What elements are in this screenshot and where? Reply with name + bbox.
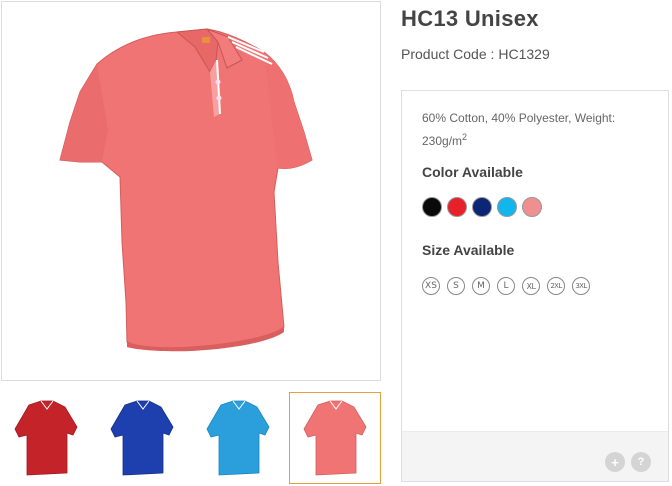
size-s[interactable]: S [447, 277, 465, 295]
plus-icon[interactable]: + [605, 452, 625, 472]
product-code-value: HC1329 [498, 46, 550, 62]
main-product-image[interactable] [1, 1, 381, 381]
panel-footer: + ? [402, 431, 668, 481]
size-2xl[interactable]: 2XL [547, 277, 565, 295]
polo-shirt-image [59, 28, 313, 352]
product-code: Product Code : HC1329 [401, 46, 550, 62]
polo-shirt-thumbnail [303, 400, 367, 476]
color-available-label: Color Available [422, 164, 523, 180]
size-xs[interactable]: XS [422, 277, 440, 295]
question-icon[interactable]: ? [631, 452, 651, 472]
polo-shirt-thumbnail [206, 400, 270, 476]
swatch-red[interactable] [447, 197, 467, 217]
thumbnail-strip [0, 392, 382, 484]
size-l[interactable]: L [497, 277, 515, 295]
size-m[interactable]: M [472, 277, 490, 295]
size-3xl[interactable]: 3XL [572, 277, 590, 295]
product-title: HC13 Unisex [401, 6, 539, 31]
product-code-label: Product Code : [401, 46, 495, 62]
swatch-black[interactable] [422, 197, 442, 217]
product-info-panel: 60% Cotton, 40% Polyester, Weight: 230g/… [401, 90, 669, 482]
size-available-label: Size Available [422, 242, 515, 258]
thumbnail-blue[interactable] [96, 392, 188, 484]
thumbnail-pink[interactable] [289, 392, 381, 484]
thumbnail-red[interactable] [0, 392, 92, 484]
description-superscript: 2 [462, 132, 468, 142]
polo-shirt-shape [59, 28, 313, 352]
polo-shirt-thumbnail [14, 400, 78, 476]
description-text: 60% Cotton, 40% Polyester, Weight: 230g/… [422, 111, 616, 148]
swatch-salmon-pink[interactable] [522, 197, 542, 217]
swatch-sky-blue[interactable] [497, 197, 517, 217]
thumbnail-sky-blue[interactable] [192, 392, 284, 484]
product-description: 60% Cotton, 40% Polyester, Weight: 230g/… [422, 109, 637, 151]
swatch-navy[interactable] [472, 197, 492, 217]
size-xl[interactable]: XL [522, 277, 540, 295]
polo-shirt-thumbnail [110, 400, 174, 476]
